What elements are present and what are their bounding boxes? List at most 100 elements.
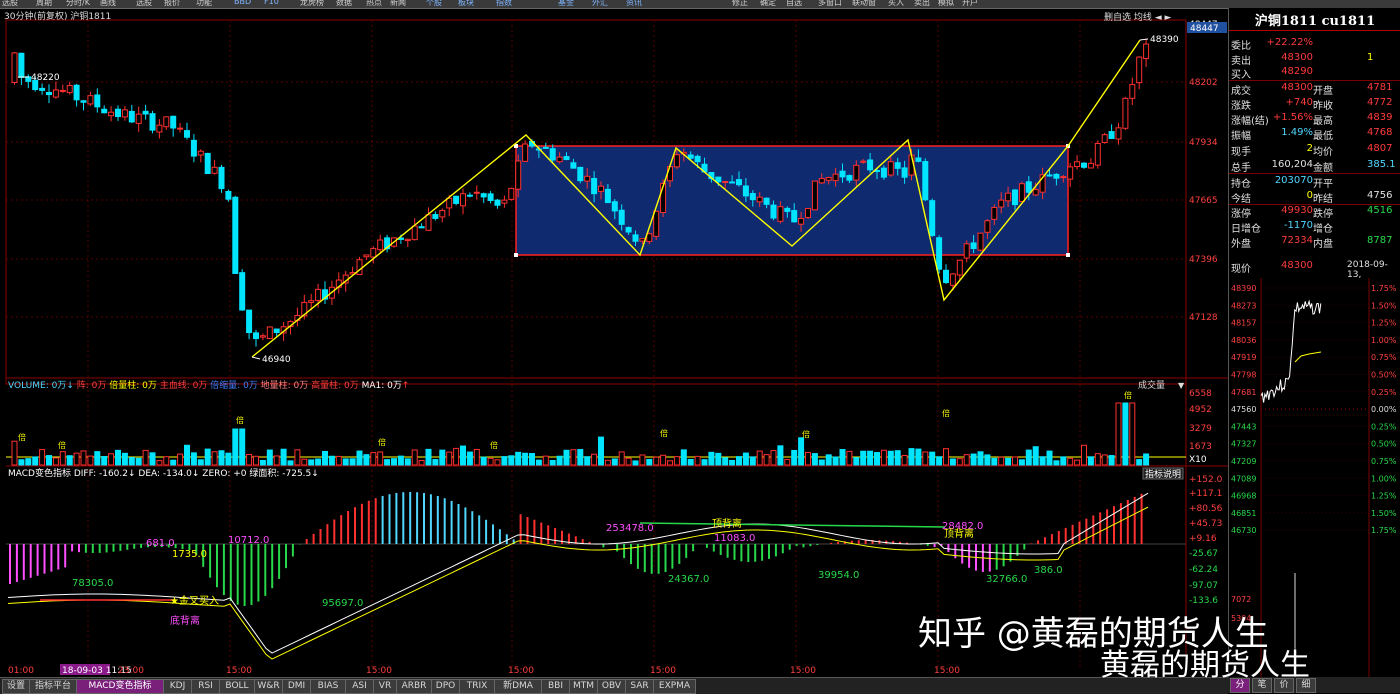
- volume-bar: [742, 452, 749, 466]
- candle-body: [563, 156, 570, 160]
- indicator-tab[interactable]: RSI: [191, 679, 220, 694]
- volume-bar: [687, 458, 694, 466]
- quote-label: 今结: [1231, 194, 1251, 205]
- toolbar-item[interactable]: 画线: [100, 0, 116, 8]
- volume-marker: 倍: [660, 428, 668, 438]
- toolbar-item[interactable]: 指数: [496, 0, 512, 8]
- mini-price-label: 46851: [1231, 509, 1256, 518]
- candle-body: [570, 162, 577, 169]
- macd-label: 681.0: [146, 538, 175, 549]
- toolbar-item[interactable]: 新闻: [390, 0, 406, 8]
- volume-axis-label: 1673: [1189, 442, 1212, 452]
- toolbar-item[interactable]: 龙虎榜: [300, 0, 324, 8]
- toolbar-item[interactable]: 联动窗: [852, 0, 876, 8]
- toolbar-item[interactable]: 报价: [164, 0, 180, 8]
- time-axis-label: 15:00: [508, 666, 534, 676]
- indicator-tab[interactable]: DMI: [282, 679, 311, 694]
- candle-body: [184, 130, 190, 138]
- toolbar-item[interactable]: F10: [264, 0, 279, 6]
- toolbar-item[interactable]: 选股: [136, 0, 152, 8]
- toolbar-item[interactable]: 个股: [426, 0, 442, 8]
- toolbar-item[interactable]: 外汇: [592, 0, 608, 8]
- toolbar-item[interactable]: 热点: [366, 0, 382, 8]
- chart-controls[interactable]: 删自选 均线 ◄ ►: [1104, 10, 1171, 23]
- candle-body: [611, 201, 618, 212]
- toolbar-item[interactable]: BBD: [234, 0, 251, 6]
- toolbar-item[interactable]: 自选: [786, 0, 802, 8]
- candle-body: [273, 328, 280, 334]
- volume-bar: [736, 456, 742, 466]
- volume-bar: [853, 457, 860, 466]
- quote-label: 昨收: [1313, 101, 1333, 112]
- indicator-tab[interactable]: MACD变色指标: [76, 679, 164, 694]
- volume-marker: 倍: [1124, 390, 1132, 400]
- indicator-tab[interactable]: ARBR: [396, 679, 432, 694]
- volume-bar: [515, 451, 522, 466]
- toolbar-item[interactable]: 模拟: [938, 0, 954, 8]
- volume-axis-label: X10: [1189, 455, 1207, 465]
- toolbar-item[interactable]: 多窗口: [818, 0, 842, 8]
- toolbar-item[interactable]: 确定: [760, 0, 776, 8]
- volume-bar: [142, 449, 149, 466]
- indicator-tab[interactable]: 设置: [2, 679, 30, 694]
- toolbar-item[interactable]: 资讯: [626, 0, 642, 8]
- macd-label: 顶背离: [944, 527, 974, 540]
- quote-value: 4756: [1367, 190, 1393, 201]
- indicator-tab[interactable]: VR: [373, 679, 397, 694]
- mini-pct-label: 0.75%: [1371, 353, 1397, 362]
- toolbar-item[interactable]: 板块: [458, 0, 474, 8]
- candle-body: [549, 148, 556, 161]
- toolbar-item[interactable]: 分时/K: [66, 0, 90, 8]
- toolbar-item[interactable]: 选股: [2, 0, 18, 8]
- candle-body: [94, 94, 101, 108]
- volume-bar: [784, 458, 791, 466]
- toolbar-item[interactable]: 买入: [888, 0, 904, 8]
- mini-price-label: 47089: [1231, 474, 1256, 483]
- volume-bar: [1074, 459, 1081, 466]
- chart-canvas[interactable]: 4844748202479344766547396471284844748220…: [0, 8, 1228, 678]
- indicator-tab[interactable]: SAR: [625, 679, 654, 694]
- macd-axis-label: -62.24: [1189, 565, 1218, 575]
- volume-bar: [763, 454, 770, 466]
- toolbar-item[interactable]: 开户: [962, 0, 978, 8]
- indicator-tab[interactable]: DPO: [431, 679, 460, 694]
- indicator-tab[interactable]: EXPMA: [653, 679, 696, 694]
- indicator-tab[interactable]: TRIX: [459, 679, 495, 694]
- indicator-tab[interactable]: ASI: [345, 679, 374, 694]
- indicator-tab[interactable]: BBI: [541, 679, 570, 694]
- indicator-tab[interactable]: 新DMA: [494, 679, 542, 694]
- indicator-tab[interactable]: BIAS: [310, 679, 346, 694]
- candle-body: [1136, 56, 1143, 84]
- volume-bar: [328, 455, 335, 466]
- volume-bar: [584, 456, 591, 466]
- toolbar-item[interactable]: 卖出: [914, 0, 930, 8]
- volume-bar: [791, 449, 798, 466]
- candle-body: [1115, 127, 1122, 140]
- candle-body: [653, 210, 660, 237]
- indicator-tab[interactable]: W&R: [254, 679, 283, 694]
- quote-value: 4516: [1367, 205, 1393, 216]
- volume-bar: [943, 448, 949, 466]
- toolbar-item[interactable]: 周期: [36, 0, 52, 8]
- toolbar-item[interactable]: 数据: [336, 0, 352, 8]
- price-axis-label: 47934: [1189, 138, 1218, 148]
- candle-body: [805, 207, 811, 218]
- indicator-tab[interactable]: OBV: [597, 679, 626, 694]
- indicator-tab[interactable]: KDJ: [163, 679, 192, 694]
- volume-bar: [901, 454, 908, 466]
- macd-axis-label: +9.16: [1189, 534, 1217, 544]
- indicator-tab[interactable]: 指标平台: [29, 679, 77, 694]
- indicator-tab[interactable]: MTM: [569, 679, 598, 694]
- volume-bar: [39, 449, 46, 466]
- toolbar-item[interactable]: 功能: [196, 0, 212, 8]
- volume-bar: [1012, 456, 1018, 466]
- quote-label: 开平: [1313, 179, 1333, 190]
- toolbar-item[interactable]: 基金: [558, 0, 574, 8]
- indicator-tab[interactable]: BOLL: [219, 679, 255, 694]
- candle-body: [818, 178, 825, 184]
- toolbar-item[interactable]: 修正: [732, 0, 748, 8]
- volume-bar: [846, 450, 853, 466]
- macd-axis-label: -25.67: [1189, 549, 1218, 559]
- volume-bar: [494, 459, 501, 466]
- chart-pane[interactable]: 4844748202479344766547396471284844748220…: [0, 8, 1228, 678]
